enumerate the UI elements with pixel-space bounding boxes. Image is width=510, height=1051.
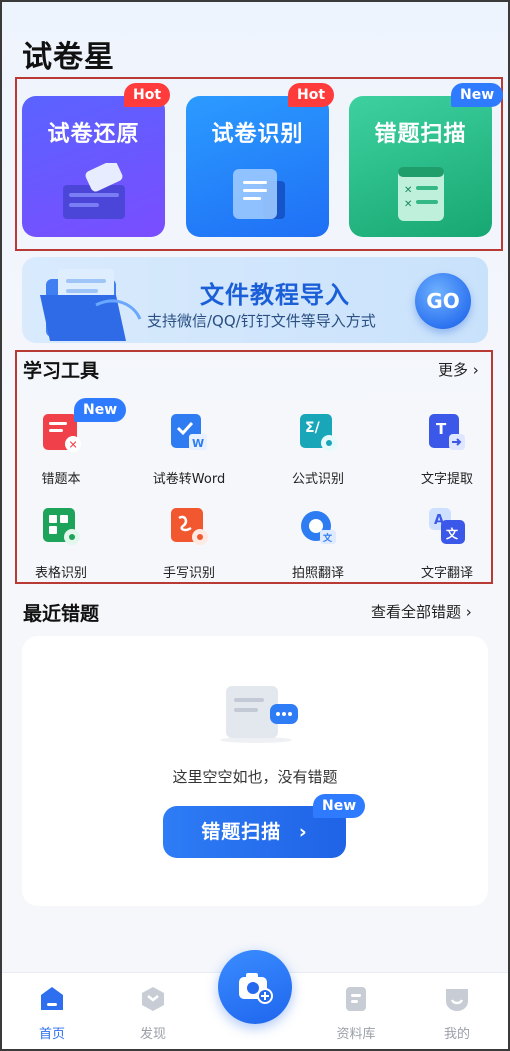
tab-label: 我的 — [443, 1027, 470, 1042]
feature-card-paper-recognition[interactable]: 试卷识别 — [186, 96, 329, 237]
empty-state-text: 这里空空如也，没有错题 — [172, 768, 338, 786]
table-recognition-icon — [43, 508, 80, 545]
text-extract-icon: T — [429, 414, 465, 450]
tab-label: 资料库 — [336, 1027, 376, 1042]
tab-label: 发现 — [139, 1027, 166, 1042]
svg-text:T: T — [436, 420, 447, 438]
feature-card-title: 错题扫描 — [374, 122, 467, 147]
tab-home[interactable]: 首页 — [17, 985, 87, 1042]
tab-library[interactable]: 资料库 — [321, 985, 391, 1042]
svg-text:Σ/: Σ/ — [305, 420, 321, 436]
text-translate-icon: A 文 — [429, 508, 465, 544]
chevron-right-icon: › — [472, 361, 479, 379]
view-all-label: 查看全部错题 — [371, 603, 462, 621]
new-badge: New — [313, 794, 366, 818]
folder-icon — [40, 269, 142, 341]
chevron-right-icon: › — [298, 821, 308, 843]
tools-section-title: 学习工具 — [23, 360, 100, 382]
view-all-mistakes-link[interactable]: 查看全部错题 › — [371, 601, 472, 622]
recent-section-title: 最近错题 — [23, 603, 100, 625]
tool-label: 错题本 — [41, 472, 81, 487]
tool-label: 公式识别 — [291, 472, 344, 487]
app-title: 试卷星 — [22, 40, 115, 75]
svg-text:文: 文 — [322, 532, 333, 544]
hot-badge: Hot — [288, 83, 335, 107]
tool-label: 文字提取 — [420, 472, 473, 487]
home-icon — [41, 987, 63, 1010]
svg-text:✕: ✕ — [404, 199, 412, 210]
feature-card-title: 试卷识别 — [211, 122, 304, 147]
tool-label: 试卷转Word — [152, 472, 226, 487]
tool-text-extract[interactable]: T 文字提取 — [392, 412, 502, 487]
tool-table-recognition[interactable]: 表格识别 — [6, 506, 116, 581]
tool-label: 表格识别 — [34, 566, 87, 581]
tool-mistake-book[interactable]: ✕ 错题本 — [6, 412, 116, 487]
tool-paper-to-word[interactable]: W 试卷转Word — [134, 412, 244, 487]
tab-discover[interactable]: 发现 — [118, 985, 188, 1042]
more-label: 更多 — [438, 361, 469, 379]
camera-icon — [239, 973, 273, 1004]
handwriting-recognition-icon — [171, 508, 208, 545]
library-icon — [346, 987, 366, 1011]
tool-label: 手写识别 — [162, 566, 215, 581]
profile-icon — [446, 989, 468, 1011]
svg-text:W: W — [192, 437, 204, 450]
camera-button[interactable] — [218, 950, 292, 1024]
feature-card-mistake-scan[interactable]: 错题扫描 ✕ ✕ — [349, 96, 492, 237]
tool-label: 拍照翻译 — [291, 566, 344, 581]
paper-to-word-icon: W — [171, 414, 207, 450]
new-badge: New — [74, 398, 127, 422]
document-scan-icon — [232, 169, 285, 219]
hot-badge: Hot — [124, 83, 171, 107]
banner-subtitle: 支持微信/QQ/钉钉文件等导入方式 — [147, 312, 376, 330]
new-badge: New — [451, 83, 504, 107]
tool-formula-recognition[interactable]: Σ/ 公式识别 — [263, 412, 373, 487]
go-button[interactable]: GO — [415, 273, 471, 329]
chevron-right-icon: › — [465, 603, 472, 621]
tool-handwriting-recognition[interactable]: 手写识别 — [134, 506, 244, 581]
file-import-banner[interactable]: 文件教程导入 支持微信/QQ/钉钉文件等导入方式 GO — [22, 257, 488, 343]
eraser-icon — [62, 163, 125, 219]
scan-button-label: 错题扫描 — [201, 821, 282, 843]
empty-document-icon — [220, 686, 298, 743]
tool-text-translate[interactable]: A 文 文字翻译 — [392, 506, 502, 581]
svg-text:✕: ✕ — [69, 439, 78, 452]
more-link[interactable]: 更多 › — [438, 359, 479, 380]
svg-text:✕: ✕ — [404, 185, 412, 196]
discover-icon — [142, 987, 164, 1011]
banner-title: 文件教程导入 — [200, 281, 350, 309]
feature-card-paper-restore[interactable]: 试卷还原 — [22, 96, 165, 237]
svg-text:文: 文 — [446, 526, 459, 541]
tab-label: 首页 — [38, 1027, 65, 1042]
formula-recognition-icon: Σ/ — [300, 414, 337, 451]
feature-card-title: 试卷还原 — [47, 122, 140, 147]
photo-translate-icon: 文 — [301, 511, 336, 544]
checklist-icon: ✕ ✕ — [397, 167, 444, 221]
tab-profile[interactable]: 我的 — [422, 985, 492, 1042]
tool-photo-translate[interactable]: 文 拍照翻译 — [263, 506, 373, 581]
tool-label: 文字翻译 — [420, 566, 473, 581]
